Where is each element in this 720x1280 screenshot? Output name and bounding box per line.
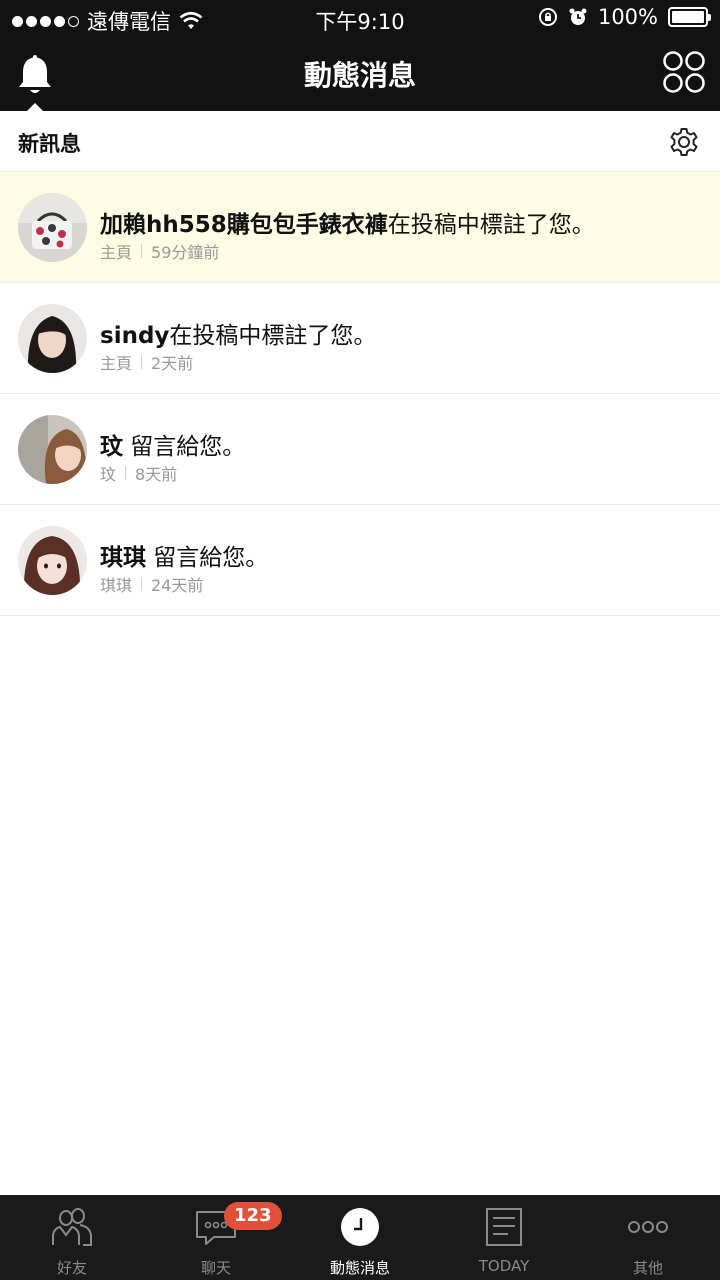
section-title: 新訊息 — [18, 132, 81, 156]
notification-action: 在投稿中標註了您。 — [169, 323, 377, 349]
battery-percent: 100% — [597, 5, 658, 29]
more-icon — [628, 1221, 668, 1233]
notification-meta: 主頁 59分鐘前 — [100, 239, 219, 263]
notification-meta: 琪琪 24天前 — [100, 572, 203, 596]
avatar — [18, 193, 87, 262]
tab-label: TODAY — [478, 1257, 530, 1275]
notification-meta: 主頁 2天前 — [100, 350, 193, 374]
status-bar: 遠傳電信 下午9:10 100% — [0, 0, 720, 36]
notification-source: 主頁 — [100, 243, 133, 262]
avatar — [18, 415, 87, 484]
notification-text: 玟 留言給您。 — [100, 427, 245, 461]
notification-item[interactable]: 琪琪 留言給您。 琪琪 24天前 — [0, 505, 720, 616]
notification-source: 琪琪 — [100, 576, 133, 595]
notification-item[interactable]: sindy在投稿中標註了您。 主頁 2天前 — [0, 283, 720, 394]
tab-timeline[interactable]: 動態消息 — [288, 1195, 432, 1280]
notification-item[interactable]: 玟 留言給您。 玟 8天前 — [0, 394, 720, 505]
gear-icon[interactable] — [668, 126, 700, 158]
tab-label: 聊天 — [200, 1259, 231, 1277]
notification-text: sindy在投稿中標註了您。 — [100, 316, 376, 350]
tab-label: 其他 — [632, 1259, 663, 1277]
notification-list: 加賴hh558購包包手錶衣褲在投稿中標註了您。 主頁 59分鐘前 sindy在投… — [0, 172, 720, 616]
avatar — [18, 526, 87, 595]
app-header: 動態消息 — [0, 36, 720, 112]
notification-text: 琪琪 留言給您。 — [100, 538, 268, 572]
notification-time: 59分鐘前 — [151, 243, 220, 262]
tab-more[interactable]: 其他 — [576, 1195, 720, 1280]
tab-bar: 好友 123 聊天 動態消息 TODAY 其他 — [0, 1195, 720, 1280]
battery-icon — [668, 7, 711, 27]
notification-time: 8天前 — [135, 465, 178, 484]
notification-time: 2天前 — [151, 354, 194, 373]
notification-text: 加賴hh558購包包手錶衣褲在投稿中標註了您。 — [100, 205, 595, 239]
notification-action: 留言給您。 — [146, 545, 269, 571]
divider — [141, 355, 143, 369]
notification-action: 留言給您。 — [123, 434, 246, 460]
status-right: 100% — [538, 5, 711, 29]
notification-meta: 玟 8天前 — [100, 461, 177, 485]
divider — [125, 466, 127, 480]
notification-source: 主頁 — [100, 354, 133, 373]
tab-label: 好友 — [56, 1259, 87, 1277]
page-title: 動態消息 — [303, 59, 416, 92]
notification-action: 在投稿中標註了您。 — [387, 212, 595, 238]
notification-source: 玟 — [100, 465, 117, 484]
user-name: 玟 — [100, 434, 123, 460]
alarm-icon — [569, 8, 587, 25]
tab-chat[interactable]: 123 聊天 — [144, 1195, 288, 1280]
notification-item[interactable]: 加賴hh558購包包手錶衣褲在投稿中標註了您。 主頁 59分鐘前 — [0, 172, 720, 283]
divider — [141, 577, 143, 591]
tab-friends[interactable]: 好友 — [0, 1195, 144, 1280]
today-news-icon — [486, 1208, 522, 1246]
grid-menu-icon[interactable] — [662, 50, 706, 94]
notification-time: 24天前 — [151, 576, 204, 595]
rotation-lock-icon — [538, 8, 557, 26]
divider — [141, 244, 143, 258]
timeline-clock-icon — [341, 1208, 379, 1246]
user-name: sindy — [100, 323, 170, 349]
tab-label: 動態消息 — [329, 1259, 390, 1277]
new-messages-section: 新訊息 — [0, 111, 720, 172]
user-name: 琪琪 — [100, 545, 146, 571]
tab-today[interactable]: TODAY — [432, 1195, 576, 1280]
user-name: 加賴hh558購包包手錶衣褲 — [100, 212, 388, 238]
avatar — [18, 304, 87, 373]
friends-icon — [52, 1208, 92, 1246]
unread-badge: 123 — [224, 1202, 282, 1230]
